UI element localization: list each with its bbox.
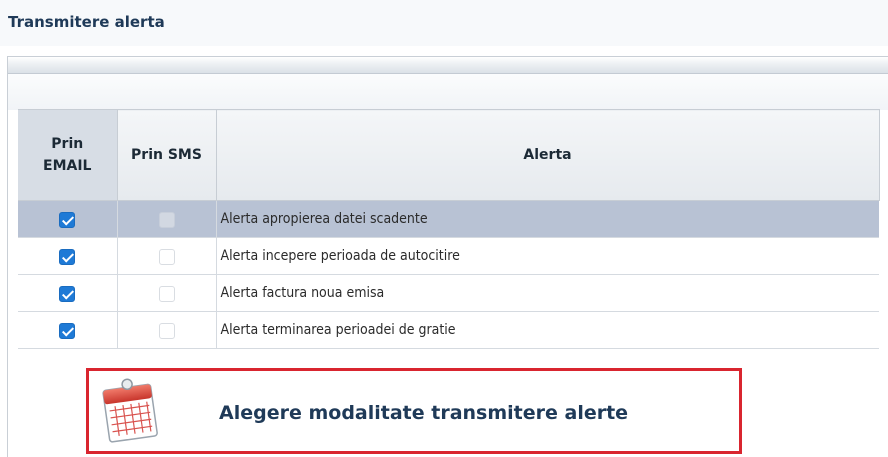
email-checkbox[interactable] [59, 249, 76, 265]
sms-checkbox[interactable] [158, 212, 175, 228]
sms-checkbox[interactable] [158, 323, 175, 339]
email-cell [18, 311, 118, 349]
email-cell [18, 200, 118, 238]
section-header: Transmitere alerta [0, 0, 888, 46]
column-header-email-label: Prin EMAIL [43, 136, 92, 174]
choose-alert-method-button[interactable]: Alegere modalitate transmitere alerte [86, 368, 742, 454]
table-header-row: Prin EMAIL Prin SMS Alerta [18, 109, 880, 201]
alert-label: Alerta incepere perioada de autocitire [216, 237, 879, 275]
email-cell [18, 274, 118, 312]
table-row[interactable]: Alerta apropierea datei scadente [18, 200, 879, 238]
email-checkbox[interactable] [59, 323, 76, 339]
column-header-alert-label: Alerta [523, 147, 572, 163]
alert-label: Alerta terminarea perioadei de gratie [216, 311, 879, 349]
table-row[interactable]: Alerta terminarea perioadei de gratie [18, 311, 879, 349]
sms-cell [117, 311, 217, 349]
column-header-email[interactable]: Prin EMAIL [18, 109, 118, 201]
alert-label: Alerta factura noua emisa [216, 274, 879, 312]
section-title: Transmitere alerta [8, 13, 165, 31]
panel-header-bar [8, 57, 888, 74]
table-row[interactable]: Alerta factura noua emisa [18, 274, 879, 312]
table-row[interactable]: Alerta incepere perioada de autocitire [18, 237, 879, 275]
sms-cell [117, 237, 217, 275]
column-header-sms[interactable]: Prin SMS [117, 109, 217, 201]
email-checkbox[interactable] [59, 286, 76, 302]
sms-checkbox[interactable] [158, 286, 175, 302]
email-checkbox[interactable] [59, 212, 76, 228]
sms-checkbox[interactable] [158, 249, 175, 265]
alerts-table: Prin EMAIL Prin SMS Alerta Alerta apropi… [18, 109, 880, 349]
column-header-alert[interactable]: Alerta [216, 109, 880, 201]
sms-cell [117, 274, 217, 312]
column-header-sms-label: Prin SMS [131, 147, 202, 163]
email-cell [18, 237, 118, 275]
panel-toolbar-band [8, 74, 888, 110]
calendar-icon [102, 378, 158, 443]
alert-label: Alerta apropierea datei scadente [216, 200, 879, 238]
choose-alert-method-label: Alegere modalitate transmitere alerte [219, 402, 629, 424]
sms-cell [117, 200, 217, 238]
